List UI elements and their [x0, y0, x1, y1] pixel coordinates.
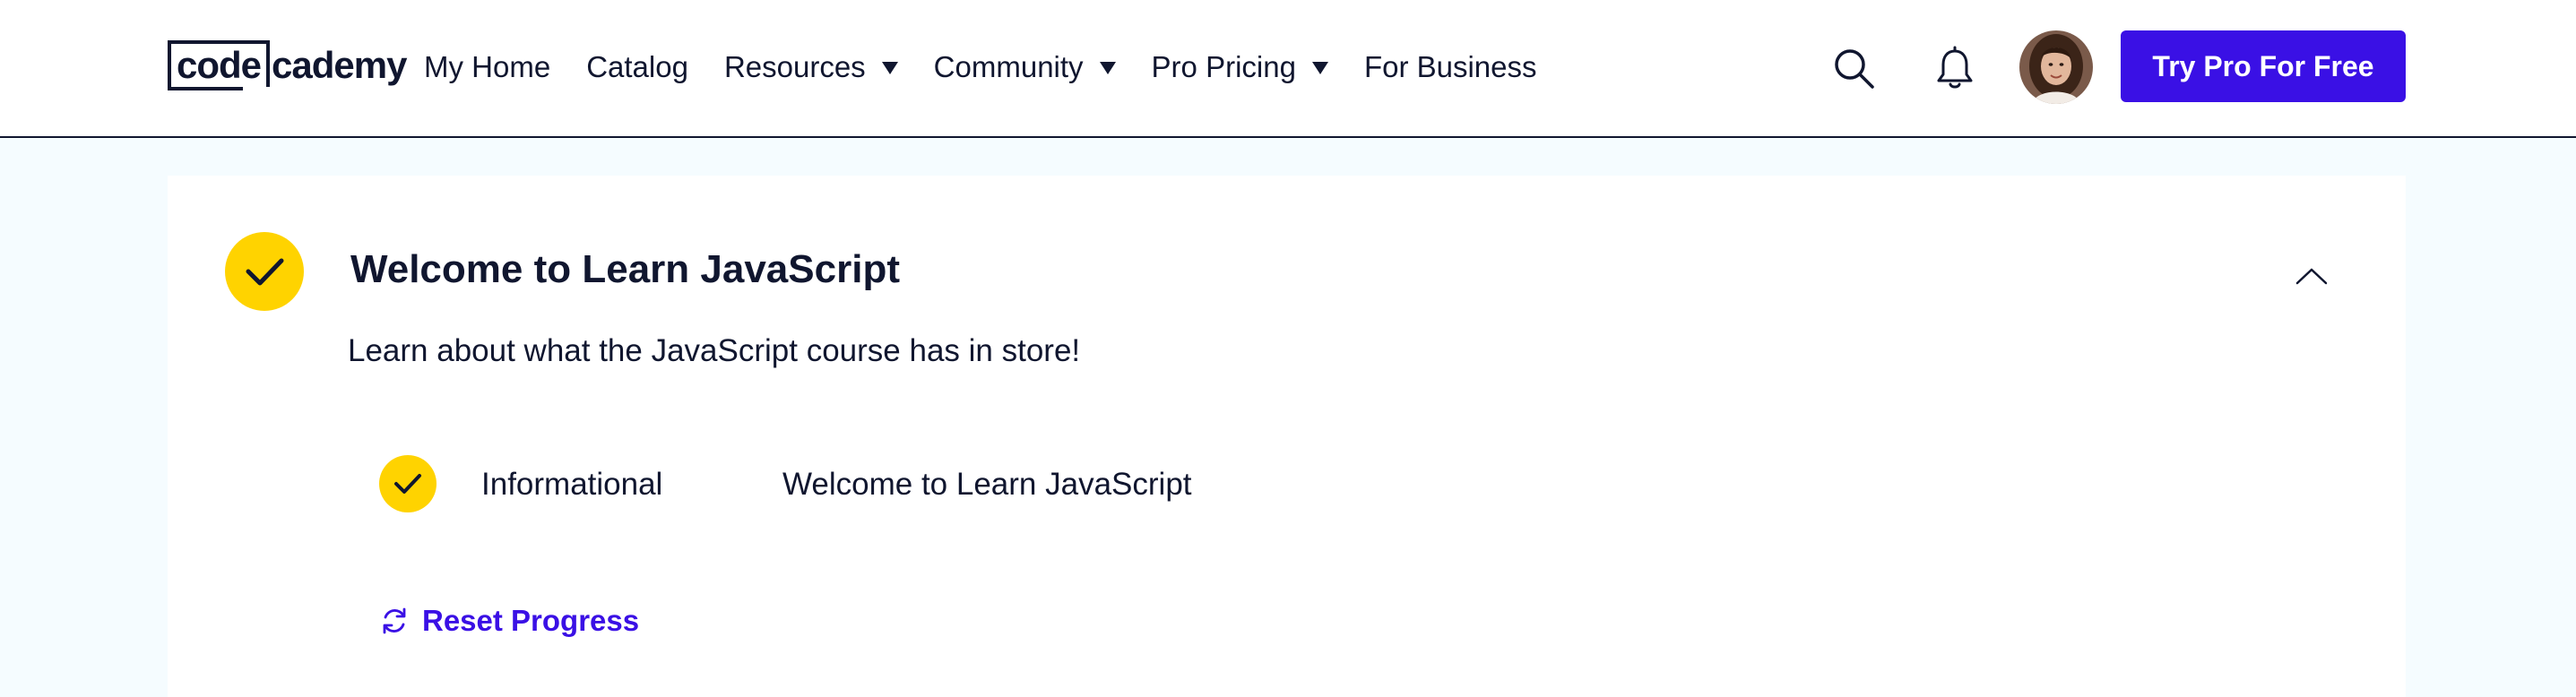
user-avatar[interactable] [2019, 30, 2093, 104]
nav-community-label: Community [933, 50, 1084, 83]
nav-for-business[interactable]: For Business [1364, 50, 1537, 84]
module-description: Learn about what the JavaScript course h… [348, 333, 1081, 368]
lesson-item[interactable]: Informational Welcome to Learn JavaScrip… [379, 454, 1192, 513]
nav-pro-pricing[interactable]: Pro Pricing [1152, 50, 1328, 84]
top-navigation-bar: code cademy My Home Catalog Resources Com… [0, 0, 2576, 138]
refresh-icon [379, 606, 410, 636]
reset-progress-label: Reset Progress [422, 604, 640, 637]
checkmark-icon [394, 474, 421, 494]
logo-text: cademy [272, 44, 407, 86]
logo-boxed-text: code [168, 40, 271, 90]
nav-for-business-label: For Business [1363, 50, 1537, 83]
nav-resources[interactable]: Resources [724, 50, 898, 84]
search-icon [1835, 49, 1874, 89]
module-title: Welcome to Learn JavaScript [350, 247, 900, 291]
lesson-type: Informational [481, 467, 663, 502]
lesson-complete-badge [379, 455, 437, 512]
nav-community[interactable]: Community [934, 50, 1116, 84]
caret-down-icon [881, 62, 898, 74]
avatar-image [2019, 30, 2093, 104]
nav-catalog[interactable]: Catalog [586, 50, 688, 84]
bell-icon [1937, 46, 1973, 89]
nav-catalog-label: Catalog [586, 50, 688, 83]
caret-down-icon [1099, 62, 1116, 74]
module-card: Welcome to Learn JavaScript Learn about … [168, 176, 2406, 697]
collapse-module-button[interactable] [2286, 251, 2337, 301]
module-complete-badge [225, 232, 304, 311]
nav-my-home-label: My Home [424, 50, 551, 83]
reset-progress-button[interactable]: Reset Progress [379, 604, 639, 638]
caret-down-icon [1311, 62, 1328, 74]
nav-pro-pricing-label: Pro Pricing [1151, 50, 1296, 83]
main-nav: My Home Catalog Resources Community Pro … [424, 45, 1573, 90]
chevron-up-icon [2295, 268, 2328, 285]
nav-resources-label: Resources [723, 50, 866, 83]
codecademy-logo[interactable]: code cademy [168, 39, 407, 91]
lesson-name: Welcome to Learn JavaScript [782, 467, 1192, 502]
try-pro-button[interactable]: Try Pro For Free [2121, 30, 2406, 102]
checkmark-icon [246, 258, 284, 286]
notifications-button[interactable] [1932, 45, 1978, 91]
nav-my-home[interactable]: My Home [424, 50, 550, 84]
search-button[interactable] [1830, 45, 1877, 91]
